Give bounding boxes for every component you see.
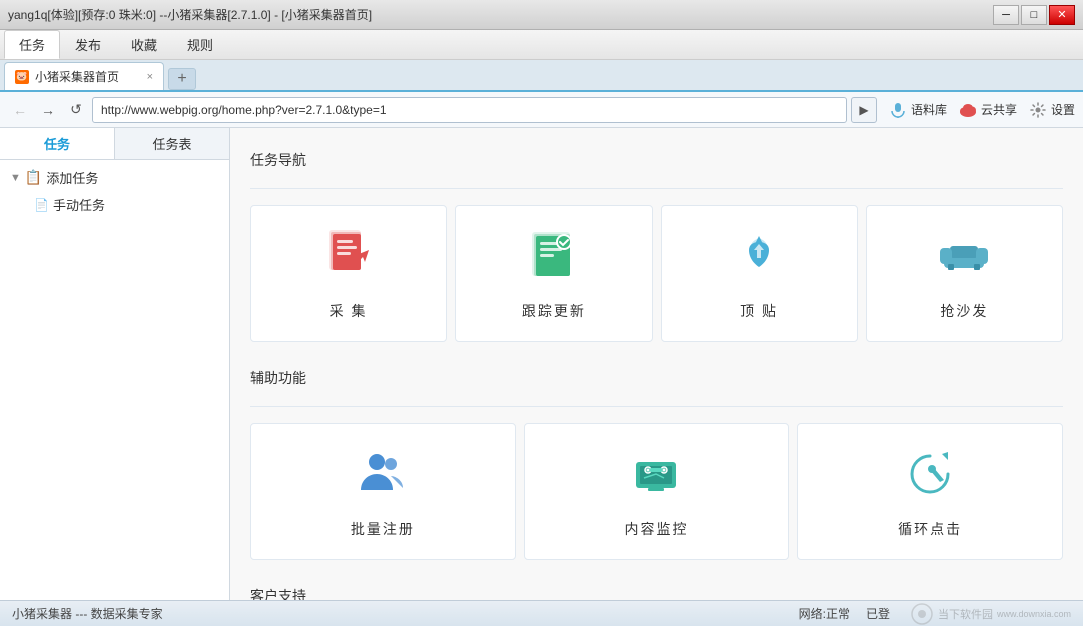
collect-label: 采 集 xyxy=(330,301,368,321)
window-controls: ─ □ ✕ xyxy=(993,5,1075,25)
status-bar-right: 网络:正常 已登 xyxy=(799,605,890,622)
collapse-icon: ▼ xyxy=(10,172,21,184)
nav-card-sofa[interactable]: 抢沙发 xyxy=(866,205,1063,342)
collect-icon xyxy=(321,226,377,291)
aux-func-grid: 批量注册 xyxy=(250,423,1063,560)
loop-click-label: 循环点击 xyxy=(898,519,962,539)
address-input[interactable] xyxy=(92,97,847,123)
status-bar-left: 小猪采集器 --- 数据采集专家 xyxy=(12,605,779,622)
section-title-aux: 辅助功能 xyxy=(250,362,1063,394)
menu-item-rule[interactable]: 规则 xyxy=(172,30,228,59)
top-label: 顶 贴 xyxy=(740,301,778,321)
yuliaku-button[interactable]: 语料库 xyxy=(889,101,947,119)
top-icon xyxy=(731,226,787,291)
microphone-icon xyxy=(889,101,907,119)
tree-label-add-task: 添加任务 xyxy=(46,168,98,187)
nav-card-monitor[interactable]: 内容监控 xyxy=(524,423,790,560)
track-label: 跟踪更新 xyxy=(522,301,586,321)
section-title-support: 客户支持 xyxy=(250,580,1063,600)
gear-icon xyxy=(1029,101,1047,119)
yuliaku-label: 语料库 xyxy=(911,101,947,118)
sidebar-tab-task[interactable]: 任务 xyxy=(0,128,115,159)
cloud-icon xyxy=(959,101,977,119)
menu-item-collect[interactable]: 收藏 xyxy=(116,30,172,59)
cloud-share-button[interactable]: 云共享 xyxy=(959,101,1017,119)
tab-label: 小猪采集器首页 xyxy=(35,68,119,85)
status-bar: 小猪采集器 --- 数据采集专家 网络:正常 已登 当下软件园 www.down… xyxy=(0,600,1083,626)
toolbar-actions: 语料库 云共享 设置 xyxy=(889,101,1075,119)
tree-label-manual-task: 手动任务 xyxy=(53,195,105,214)
new-tab-button[interactable]: + xyxy=(168,68,196,90)
monitor-icon xyxy=(628,444,684,509)
sofa-label: 抢沙发 xyxy=(940,301,988,321)
sidebar-tree: ▼ 📋 添加任务 📄 手动任务 xyxy=(0,160,229,222)
section-sep-2 xyxy=(250,406,1063,407)
folder-icon: 📋 xyxy=(25,169,42,186)
title-text: yang1q[体验][预存:0 珠米:0] --小猪采集器[2.7.1.0] -… xyxy=(8,6,993,23)
sidebar: 任务 任务表 ▼ 📋 添加任务 📄 手动任务 xyxy=(0,128,230,600)
nav-card-loop-click[interactable]: 循环点击 xyxy=(797,423,1063,560)
monitor-label: 内容监控 xyxy=(624,519,688,539)
back-button[interactable]: ← xyxy=(8,98,32,122)
nav-card-collect[interactable]: 采 集 xyxy=(250,205,447,342)
batch-reg-icon xyxy=(355,444,411,509)
refresh-button[interactable]: ↺ xyxy=(64,98,88,122)
minimize-button[interactable]: ─ xyxy=(993,5,1019,25)
content-area: 任务导航 xyxy=(230,128,1083,600)
browser-tab-home[interactable]: 🐷 小猪采集器首页 × xyxy=(4,62,164,90)
tab-favicon: 🐷 xyxy=(15,70,29,84)
settings-button[interactable]: 设置 xyxy=(1029,101,1075,119)
menu-item-publish[interactable]: 发布 xyxy=(60,30,116,59)
sidebar-tab-tasklist[interactable]: 任务表 xyxy=(115,128,229,159)
sofa-icon xyxy=(936,226,992,291)
menu-bar: 任务 发布 收藏 规则 xyxy=(0,30,1083,60)
tree-item-manual-task[interactable]: 📄 手动任务 xyxy=(4,191,225,218)
batch-reg-label: 批量注册 xyxy=(351,519,415,539)
close-button[interactable]: ✕ xyxy=(1049,5,1075,25)
cloud-share-label: 云共享 xyxy=(981,101,1017,118)
network-status: 网络:正常 xyxy=(799,605,850,622)
section-sep-1 xyxy=(250,188,1063,189)
maximize-button[interactable]: □ xyxy=(1021,5,1047,25)
main-layout: 任务 任务表 ▼ 📋 添加任务 📄 手动任务 任务导航 xyxy=(0,128,1083,600)
sidebar-header: 任务 任务表 xyxy=(0,128,229,160)
watermark-url: www.downxia.com xyxy=(997,609,1071,619)
section-title-task-nav: 任务导航 xyxy=(250,144,1063,176)
settings-label: 设置 xyxy=(1051,101,1075,118)
nav-card-top[interactable]: 顶 贴 xyxy=(661,205,858,342)
tree-item-add-task[interactable]: ▼ 📋 添加任务 xyxy=(4,164,225,191)
nav-card-track[interactable]: 跟踪更新 xyxy=(455,205,652,342)
task-nav-grid: 采 集 xyxy=(250,205,1063,342)
forward-button[interactable]: → xyxy=(36,98,60,122)
login-status: 已登 xyxy=(866,605,890,622)
tab-bar: 🐷 小猪采集器首页 × + xyxy=(0,60,1083,92)
menu-item-task[interactable]: 任务 xyxy=(4,30,60,59)
track-icon xyxy=(526,226,582,291)
content-inner: 任务导航 xyxy=(230,128,1083,600)
loop-click-icon xyxy=(902,444,958,509)
watermark-text: 当下软件园 xyxy=(938,606,993,622)
address-bar: ← → ↺ ▶ 语料库 云共享 xyxy=(0,92,1083,128)
app-name-status: 小猪采集器 --- 数据采集专家 xyxy=(12,607,163,621)
file-icon: 📄 xyxy=(34,198,49,212)
title-bar: yang1q[体验][预存:0 珠米:0] --小猪采集器[2.7.1.0] -… xyxy=(0,0,1083,30)
nav-card-batch-reg[interactable]: 批量注册 xyxy=(250,423,516,560)
go-button[interactable]: ▶ xyxy=(851,97,877,123)
tab-close-button[interactable]: × xyxy=(147,71,153,83)
